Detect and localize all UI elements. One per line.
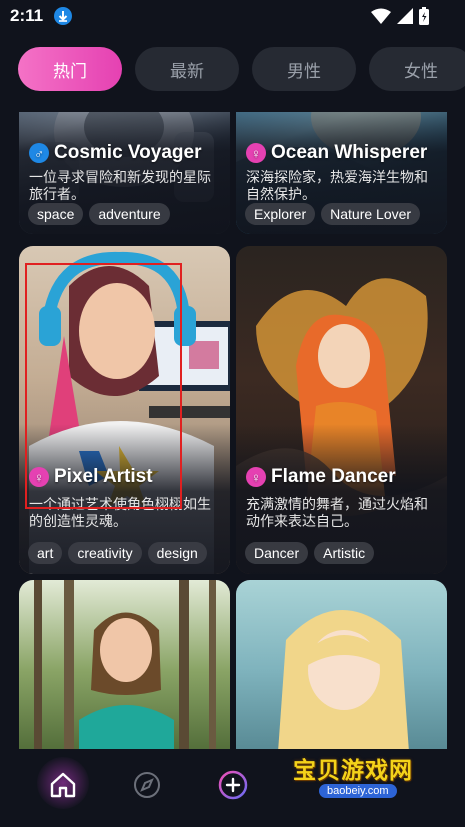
character-image <box>236 580 447 750</box>
battery-icon <box>419 7 429 25</box>
character-card-pixel-artist[interactable]: ♀ Pixel Artist 一个通过艺术使角色栩栩如生的创造性灵魂。 art … <box>19 246 230 574</box>
character-grid: ♂ Cosmic Voyager 一位寻求冒险和新发现的星际旅行者。 space… <box>0 112 465 750</box>
tag[interactable]: space <box>28 203 84 225</box>
tab-latest[interactable]: 最新 <box>135 47 239 91</box>
male-icon: ♂ <box>29 143 49 163</box>
character-tags: space adventure <box>28 203 170 225</box>
character-tags: Dancer Artistic <box>245 542 375 564</box>
watermark-url: baobeiy.com <box>319 784 397 798</box>
tag[interactable]: design <box>147 542 207 564</box>
character-tags: Explorer Nature Lover <box>245 203 421 225</box>
signal-icon <box>397 8 413 24</box>
watermark-logo: 宝贝游戏网 baobeiy.com <box>293 747 433 807</box>
character-description: 一个通过艺术使角色栩栩如生的创造性灵魂。 <box>29 496 211 529</box>
tab-female[interactable]: 女性 <box>369 47 465 91</box>
character-description: 深海探险家，热爱海洋生物和自然保护。 <box>246 169 428 202</box>
character-description: 一位寻求冒险和新发现的星际旅行者。 <box>29 169 211 202</box>
character-name: ♀ Pixel Artist <box>29 466 153 488</box>
female-icon: ♀ <box>246 143 266 163</box>
compass-icon <box>134 772 160 798</box>
character-description: 充满激情的舞者，通过火焰和动作来表达自己。 <box>246 496 428 529</box>
character-card[interactable] <box>236 580 447 750</box>
character-card[interactable] <box>19 580 230 750</box>
character-tags: art creativity design <box>28 542 207 564</box>
nav-discover[interactable] <box>125 763 169 807</box>
character-image <box>19 580 230 750</box>
character-card-ocean-whisperer[interactable]: ♀ Ocean Whisperer 深海探险家，热爱海洋生物和自然保护。 Exp… <box>236 112 447 234</box>
character-card-flame-dancer[interactable]: ♀ Flame Dancer 充满激情的舞者，通过火焰和动作来表达自己。 Dan… <box>236 246 447 574</box>
nav-create[interactable] <box>211 763 255 807</box>
tag[interactable]: art <box>28 542 63 564</box>
download-icon <box>54 7 72 25</box>
watermark-title: 宝贝游戏网 <box>293 757 413 783</box>
tag[interactable]: Dancer <box>245 542 309 564</box>
tag[interactable]: adventure <box>89 203 170 225</box>
tab-hot[interactable]: 热门 <box>18 47 122 91</box>
add-icon <box>218 770 248 800</box>
tag[interactable]: Nature Lover <box>321 203 421 225</box>
status-time: 2:11 <box>10 6 44 25</box>
status-icons <box>371 7 429 25</box>
tab-male[interactable]: 男性 <box>252 47 356 91</box>
character-name: ♀ Flame Dancer <box>246 466 396 488</box>
character-card-cosmic-voyager[interactable]: ♂ Cosmic Voyager 一位寻求冒险和新发现的星际旅行者。 space… <box>19 112 230 234</box>
tag[interactable]: Artistic <box>314 542 375 564</box>
tag[interactable]: Explorer <box>245 203 316 225</box>
character-name: ♀ Ocean Whisperer <box>246 142 427 164</box>
character-name: ♂ Cosmic Voyager <box>29 142 201 164</box>
wifi-icon <box>371 8 391 24</box>
category-tabs: 热门 最新 男性 女性 <box>18 47 465 91</box>
home-icon <box>50 772 76 798</box>
nav-home[interactable] <box>41 763 85 807</box>
female-icon: ♀ <box>29 467 49 487</box>
tag[interactable]: creativity <box>68 542 142 564</box>
status-bar: 2:11 <box>0 0 465 32</box>
female-icon: ♀ <box>246 467 266 487</box>
